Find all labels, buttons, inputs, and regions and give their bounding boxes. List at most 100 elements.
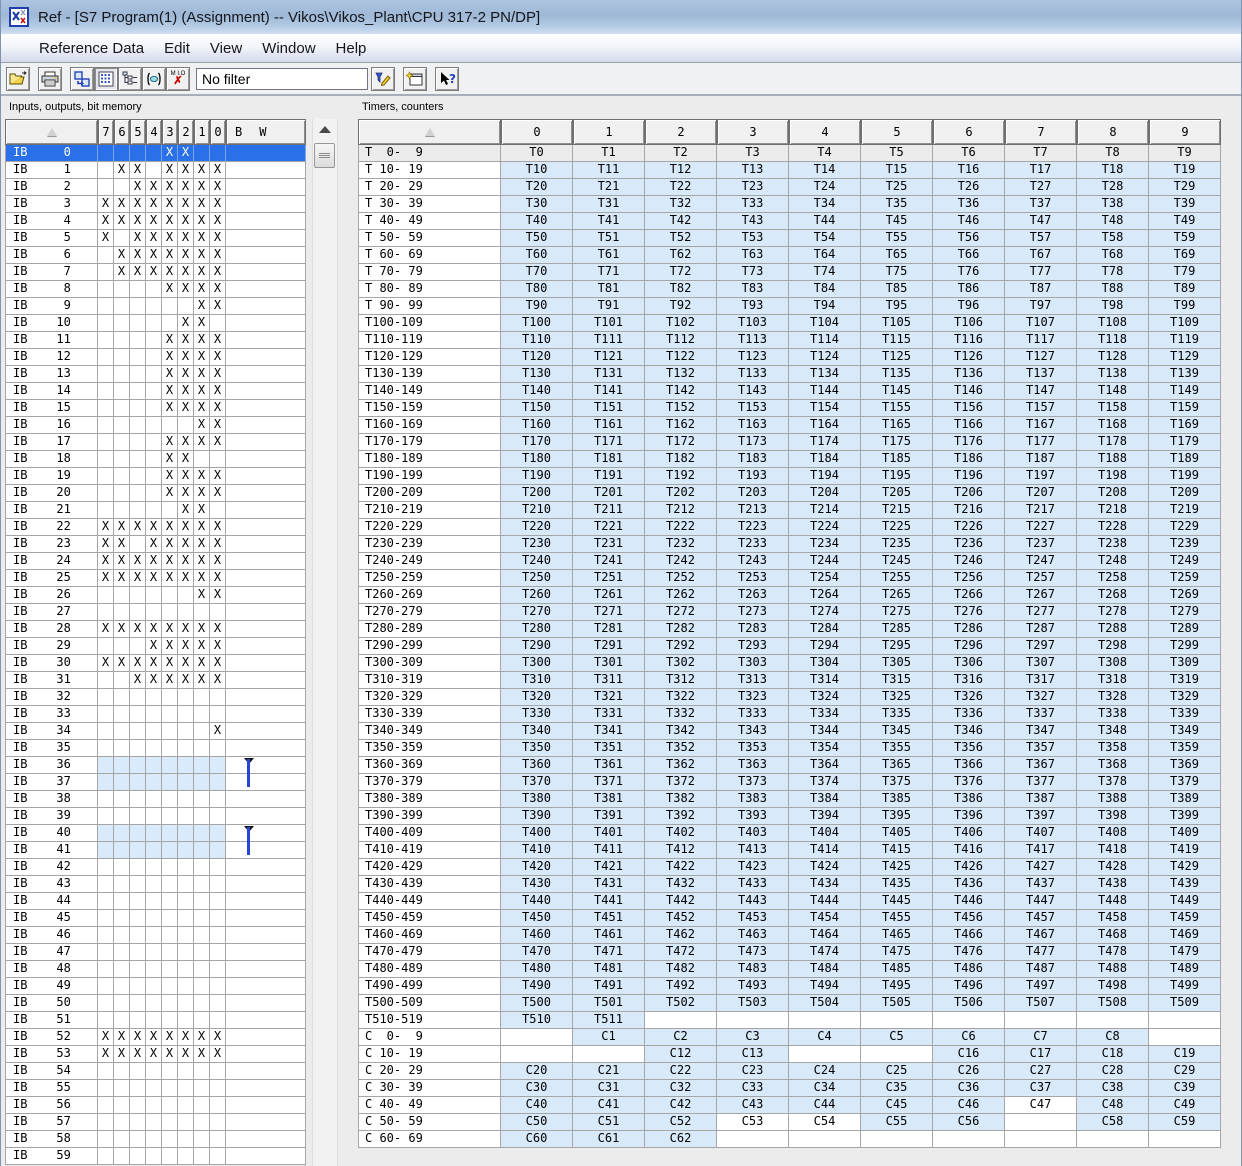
table-row[interactable]: IB 59 <box>5 1148 306 1165</box>
assignment-cell[interactable]: T275 <box>861 604 933 621</box>
bit-cell[interactable] <box>162 808 178 825</box>
table-row[interactable]: T250-259T250T251T252T253T254T255T256T257… <box>358 570 1221 587</box>
assignment-cell[interactable]: T15 <box>861 162 933 179</box>
bit-cell[interactable]: X <box>114 247 130 264</box>
byte-word-cell[interactable] <box>226 570 306 587</box>
bit-cell[interactable]: X <box>178 383 194 400</box>
bit-cell[interactable] <box>130 1063 146 1080</box>
row-label[interactable]: T240-249 <box>358 553 501 570</box>
assignment-cell[interactable]: T169 <box>1149 417 1221 434</box>
byte-word-cell[interactable] <box>226 791 306 808</box>
bit-cell[interactable] <box>194 995 210 1012</box>
bit-cell[interactable] <box>98 1012 114 1029</box>
bit-cell[interactable] <box>130 281 146 298</box>
assignment-cell[interactable]: C27 <box>1005 1063 1077 1080</box>
bit-cell[interactable] <box>210 315 226 332</box>
bit-cell[interactable] <box>98 383 114 400</box>
assignment-cell[interactable]: T52 <box>645 230 717 247</box>
bit-cell[interactable] <box>114 961 130 978</box>
bit-cell[interactable] <box>146 468 162 485</box>
table-row[interactable]: IB 46 <box>5 927 306 944</box>
byte-word-cell[interactable] <box>226 655 306 672</box>
assignment-cell[interactable]: T185 <box>861 451 933 468</box>
bit-cell[interactable] <box>130 1148 146 1165</box>
table-row[interactable]: T380-389T380T381T382T383T384T385T386T387… <box>358 791 1221 808</box>
bit-cell[interactable] <box>114 876 130 893</box>
assignment-cell[interactable]: T484 <box>789 961 861 978</box>
assignment-cell[interactable]: T78 <box>1077 264 1149 281</box>
assignment-cell[interactable]: T235 <box>861 536 933 553</box>
assignment-cell[interactable] <box>1149 1131 1221 1148</box>
assignment-cell[interactable]: T205 <box>861 485 933 502</box>
row-label[interactable]: T180-189 <box>358 451 501 468</box>
assignment-cell[interactable]: T153 <box>717 400 789 417</box>
bit-cell[interactable]: X <box>210 536 226 553</box>
byte-word-cell[interactable] <box>226 1148 306 1165</box>
assignment-cell[interactable]: T12 <box>645 162 717 179</box>
assignment-cell[interactable]: T18 <box>1077 162 1149 179</box>
bit-cell[interactable] <box>194 961 210 978</box>
assignment-cell[interactable] <box>1005 1012 1077 1029</box>
bit-cell[interactable]: X <box>210 162 226 179</box>
byte-word-cell[interactable] <box>226 162 306 179</box>
bit-cell[interactable] <box>130 638 146 655</box>
assignment-cell[interactable]: T140 <box>501 383 573 400</box>
assignment-cell[interactable]: T292 <box>645 638 717 655</box>
bit-cell[interactable]: X <box>98 570 114 587</box>
row-label[interactable]: IB 48 <box>5 961 98 978</box>
bit-cell[interactable] <box>98 944 114 961</box>
assignment-cell[interactable]: C32 <box>645 1080 717 1097</box>
bit-cell[interactable] <box>162 604 178 621</box>
bit-cell[interactable] <box>210 604 226 621</box>
assignment-cell[interactable]: T326 <box>933 689 1005 706</box>
row-label[interactable]: IB 10 <box>5 315 98 332</box>
table-row[interactable]: T160-169T160T161T162T163T164T165T166T167… <box>358 417 1221 434</box>
assignment-cell[interactable]: T461 <box>573 927 645 944</box>
bit-cell[interactable]: X <box>162 553 178 570</box>
assignment-cell[interactable]: T120 <box>501 349 573 366</box>
assignment-cell[interactable]: T154 <box>789 400 861 417</box>
bit-cell[interactable] <box>178 1063 194 1080</box>
assignment-cell[interactable]: T349 <box>1149 723 1221 740</box>
assignment-cell[interactable]: T198 <box>1077 468 1149 485</box>
assignment-cell[interactable]: T24 <box>789 179 861 196</box>
assignment-cell[interactable]: T125 <box>861 349 933 366</box>
assignment-cell[interactable]: T152 <box>645 400 717 417</box>
byte-word-cell[interactable] <box>226 502 306 519</box>
assignment-cell[interactable]: T96 <box>933 298 1005 315</box>
assignment-cell[interactable]: T460 <box>501 927 573 944</box>
table-row[interactable]: T510-519T510T511 <box>358 1012 1221 1029</box>
bit-cell[interactable] <box>146 604 162 621</box>
byte-word-cell[interactable] <box>226 706 306 723</box>
assignment-cell[interactable]: T188 <box>1077 451 1149 468</box>
row-label[interactable]: T 70- 79 <box>358 264 501 281</box>
bit-cell[interactable] <box>146 281 162 298</box>
assignment-cell[interactable]: T353 <box>717 740 789 757</box>
bit-cell[interactable] <box>114 774 130 791</box>
menu-reference-data[interactable]: Reference Data <box>29 37 154 60</box>
bit-cell[interactable]: X <box>146 553 162 570</box>
bit-cell[interactable] <box>114 1131 130 1148</box>
bit-cell[interactable]: X <box>162 570 178 587</box>
row-label[interactable]: IB 46 <box>5 927 98 944</box>
bit-cell[interactable]: X <box>194 587 210 604</box>
bit-cell[interactable]: X <box>194 179 210 196</box>
bit-cell[interactable] <box>98 587 114 604</box>
assignment-cell[interactable]: T265 <box>861 587 933 604</box>
bit-cell[interactable]: X <box>194 298 210 315</box>
assignment-cell[interactable]: T508 <box>1077 995 1149 1012</box>
assignment-cell[interactable]: T279 <box>1149 604 1221 621</box>
assignment-cell[interactable]: T31 <box>573 196 645 213</box>
bit-cell[interactable]: X <box>146 230 162 247</box>
bit-cell[interactable] <box>178 1131 194 1148</box>
bit-cell[interactable] <box>98 179 114 196</box>
assignment-cell[interactable]: T28 <box>1077 179 1149 196</box>
row-label[interactable]: IB 59 <box>5 1148 98 1165</box>
assignment-cell[interactable]: T311 <box>573 672 645 689</box>
bit-cell[interactable] <box>114 417 130 434</box>
bit-cell[interactable] <box>130 451 146 468</box>
bit-cell[interactable]: X <box>210 281 226 298</box>
bit-column-header-3[interactable]: 3 <box>162 119 178 145</box>
assignment-cell[interactable]: T335 <box>861 706 933 723</box>
assignment-cell[interactable]: T377 <box>1005 774 1077 791</box>
